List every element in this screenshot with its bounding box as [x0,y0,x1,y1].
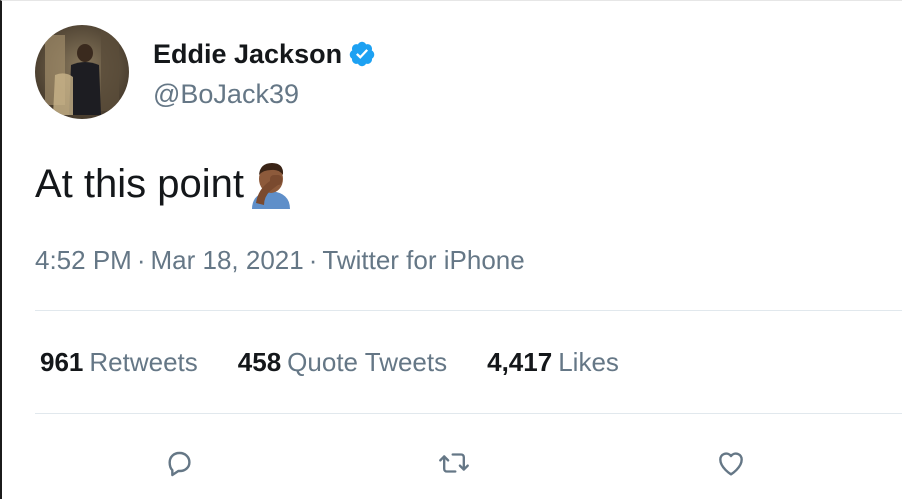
tweet-date[interactable]: Mar 18, 2021 [151,245,304,275]
reply-button[interactable] [157,441,201,485]
meta-separator: · [136,245,146,275]
author-handle[interactable]: @BoJack39 [153,79,376,110]
tweet-source[interactable]: Twitter for iPhone [322,245,524,275]
retweets-count: 961 [40,347,84,377]
man-facepalming-emoji-icon [248,159,294,209]
likes-stat[interactable]: 4,417 Likes [487,347,619,378]
tweet-card: Eddie Jackson @BoJack39 At this point 4:… [0,0,902,499]
tweet-body: At this point [35,159,294,209]
tweet-time[interactable]: 4:52 PM [35,245,132,275]
quote-tweets-stat[interactable]: 458 Quote Tweets [238,347,447,378]
retweet-arrows-icon [439,453,469,473]
author-names: Eddie Jackson @BoJack39 [153,37,376,110]
divider [35,413,902,414]
retweets-stat[interactable]: 961 Retweets [40,347,198,378]
profile-photo-icon [35,25,129,119]
quote-tweets-count: 458 [237,347,282,377]
avatar[interactable] [35,25,129,119]
name-row: Eddie Jackson [153,37,376,71]
retweet-button[interactable] [432,441,476,485]
reply-bubble-icon [168,451,191,477]
tweet-text: At this point [35,161,245,206]
tweet-stats: 961 Retweets 458 Quote Tweets 4,417 Like… [40,347,659,378]
retweets-label: Retweets [89,347,198,377]
divider [35,310,902,311]
verified-badge-icon [348,40,376,68]
heart-icon [719,452,743,476]
tweet-header: Eddie Jackson @BoJack39 [35,25,376,121]
likes-label: Likes [558,347,619,377]
quote-tweets-label: Quote Tweets [287,347,448,377]
meta-separator: · [308,245,318,275]
like-button[interactable] [709,441,753,485]
likes-count: 4,417 [487,347,553,377]
tweet-actions [2,441,902,487]
tweet-meta: 4:52 PM · Mar 18, 2021 · Twitter for iPhone [35,245,525,276]
display-name[interactable]: Eddie Jackson [153,39,342,70]
